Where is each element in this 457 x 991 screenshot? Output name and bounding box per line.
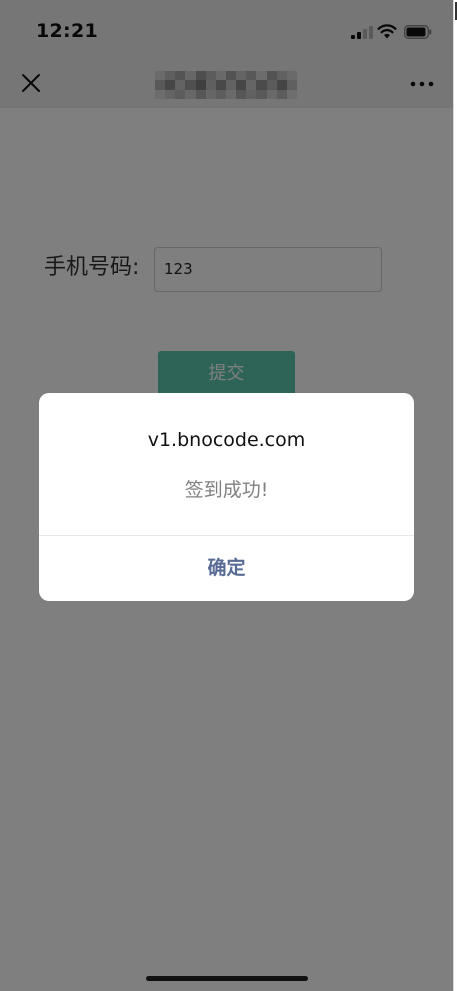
alert-dialog: v1.bnocode.com 签到成功! 确定: [39, 393, 414, 601]
home-indicator[interactable]: [146, 976, 308, 981]
dialog-title: v1.bnocode.com: [147, 429, 306, 451]
window-edge: [453, 0, 457, 991]
app-screen: 12:21: [0, 0, 453, 991]
confirm-button[interactable]: 确定: [39, 536, 414, 601]
dialog-message: 签到成功!: [184, 479, 269, 501]
